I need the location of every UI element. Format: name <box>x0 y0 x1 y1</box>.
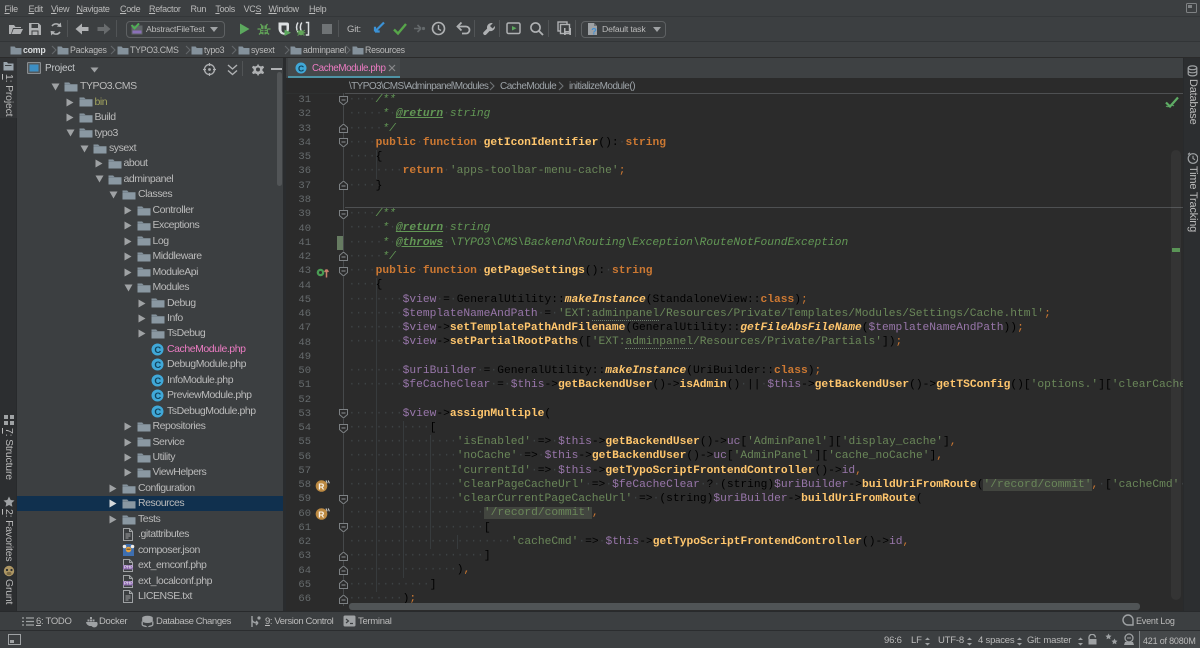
svg-text:C: C <box>154 360 161 371</box>
svg-text:C: C <box>298 64 304 74</box>
svg-text:C: C <box>154 407 161 418</box>
svg-text:PHP: PHP <box>124 580 133 585</box>
svg-text:PHP: PHP <box>124 565 133 570</box>
svg-text:C: C <box>154 391 161 402</box>
svg-text:R: R <box>318 482 324 492</box>
svg-text:?: ? <box>591 27 597 37</box>
svg-text:R: R <box>318 510 324 520</box>
svg-text:C: C <box>154 376 161 387</box>
svg-text:C: C <box>154 345 161 356</box>
